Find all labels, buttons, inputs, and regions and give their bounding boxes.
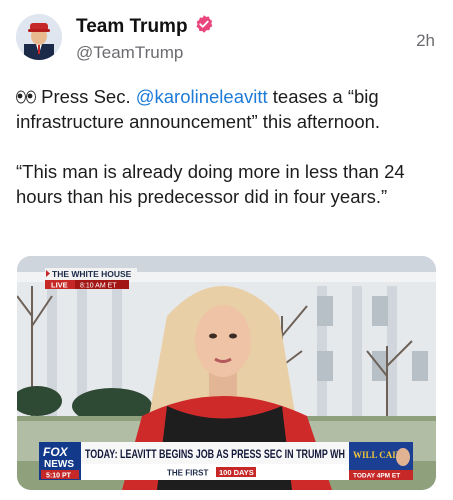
subline-badge: 100 DAYS bbox=[219, 468, 254, 477]
post-quote: “This man is already doing more in less … bbox=[16, 161, 405, 207]
promo-show: WILL CAIN bbox=[353, 450, 403, 460]
headline: TODAY: LEAVITT BEGINS JOB AS PRESS SEC I… bbox=[85, 449, 345, 461]
promo-time: TODAY 4PM ET bbox=[353, 473, 400, 480]
live-label: LIVE bbox=[51, 281, 68, 290]
author-handle[interactable]: @TeamTrump bbox=[76, 43, 183, 63]
video-thumbnail[interactable]: THE WHITE HOUSE LIVE 8:10 AM ET FOX NEWS… bbox=[17, 256, 436, 490]
location-bug: THE WHITE HOUSE LIVE 8:10 AM ET bbox=[45, 268, 137, 290]
verified-badge-icon bbox=[194, 14, 214, 39]
post-timestamp: 2h bbox=[416, 31, 435, 50]
live-time: 8:10 AM ET bbox=[80, 283, 117, 290]
broadcast-clock: 5:10 PT bbox=[46, 473, 72, 480]
mention-link[interactable]: @karolineleavitt bbox=[136, 86, 268, 107]
network-name-top: FOX bbox=[43, 445, 69, 459]
avatar[interactable] bbox=[16, 14, 62, 60]
post-header: Team Trump @TeamTrump 2h bbox=[0, 0, 453, 80]
location-label: THE WHITE HOUSE bbox=[52, 269, 132, 279]
author-name[interactable]: Team Trump bbox=[76, 16, 188, 38]
lower-third: FOX NEWS 5:10 PT TODAY: LEAVITT BEGINS J… bbox=[39, 442, 413, 480]
subline-prefix: THE FIRST bbox=[167, 469, 208, 478]
eyes-emoji-icon bbox=[16, 86, 41, 107]
post-text: Press Sec. @karolineleavitt teases a “bi… bbox=[16, 84, 436, 209]
text-prefix: Press Sec. bbox=[41, 86, 136, 107]
network-name-bottom: NEWS bbox=[44, 459, 74, 470]
post-text-line1: Press Sec. @karolineleavitt teases a “bi… bbox=[16, 84, 436, 134]
